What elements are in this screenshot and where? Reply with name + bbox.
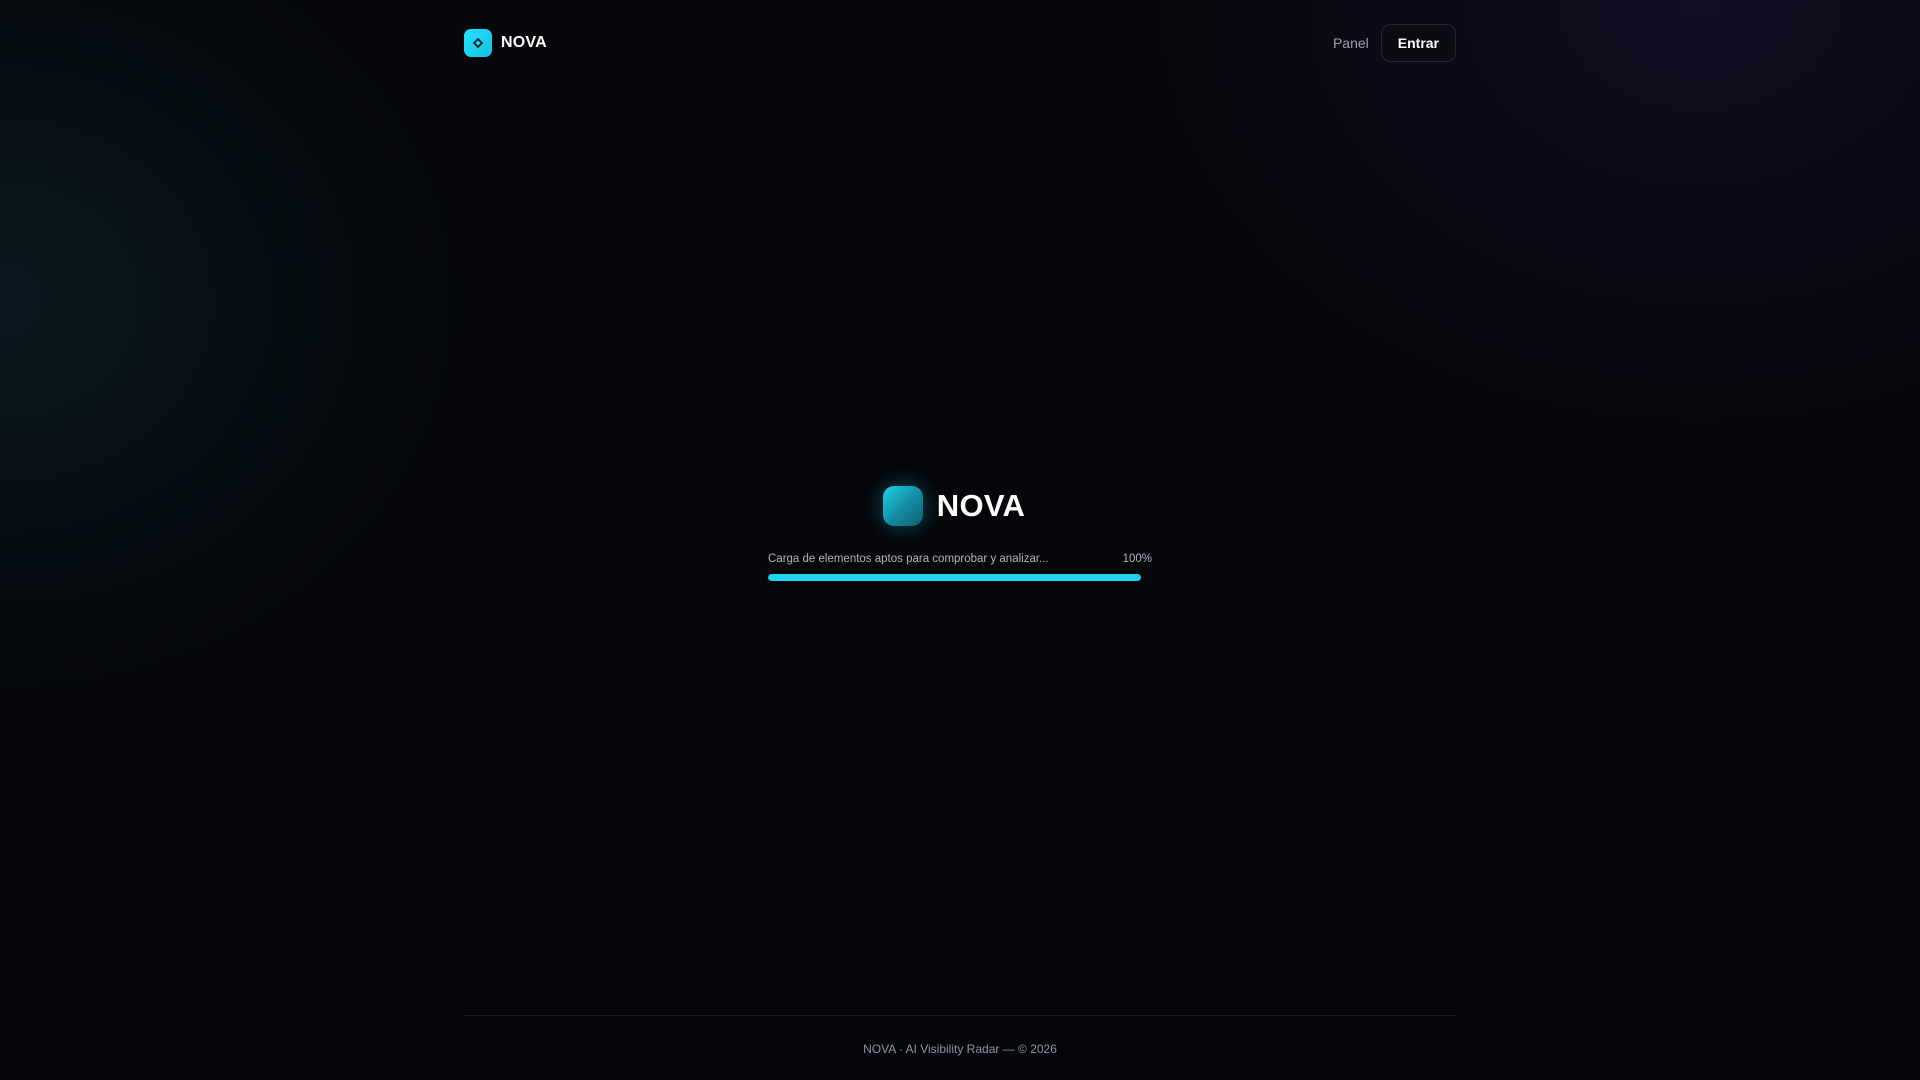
progress-status-text: Carga de elementos aptos para comprobar … (768, 553, 1049, 565)
loader-brand-name: NOVA (936, 488, 1026, 523)
loading-panel: NOVA Carga de elementos aptos para compr… (768, 486, 1152, 581)
footer-divider (464, 1015, 1456, 1016)
progress-bar (768, 574, 1141, 581)
top-nav: Panel Entrar (1333, 24, 1456, 62)
login-button[interactable]: Entrar (1380, 24, 1456, 62)
top-header: NOVA Panel Entrar (464, 23, 1456, 63)
loader-brand: NOVA (756, 486, 1152, 526)
progress-bar-fill (768, 574, 1141, 581)
footer-text: NOVA · AI Visibility Radar — © 2026 (863, 1042, 1057, 1056)
brand-name: NOVA (501, 34, 547, 51)
diamond-icon (464, 29, 492, 57)
app-logo-icon (882, 486, 923, 526)
brand-logo[interactable]: NOVA (464, 29, 547, 57)
nav-link-panel[interactable]: Panel (1333, 35, 1369, 51)
progress-info: Carga de elementos aptos para comprobar … (768, 553, 1152, 565)
progress-percent: 100% (1122, 553, 1152, 565)
